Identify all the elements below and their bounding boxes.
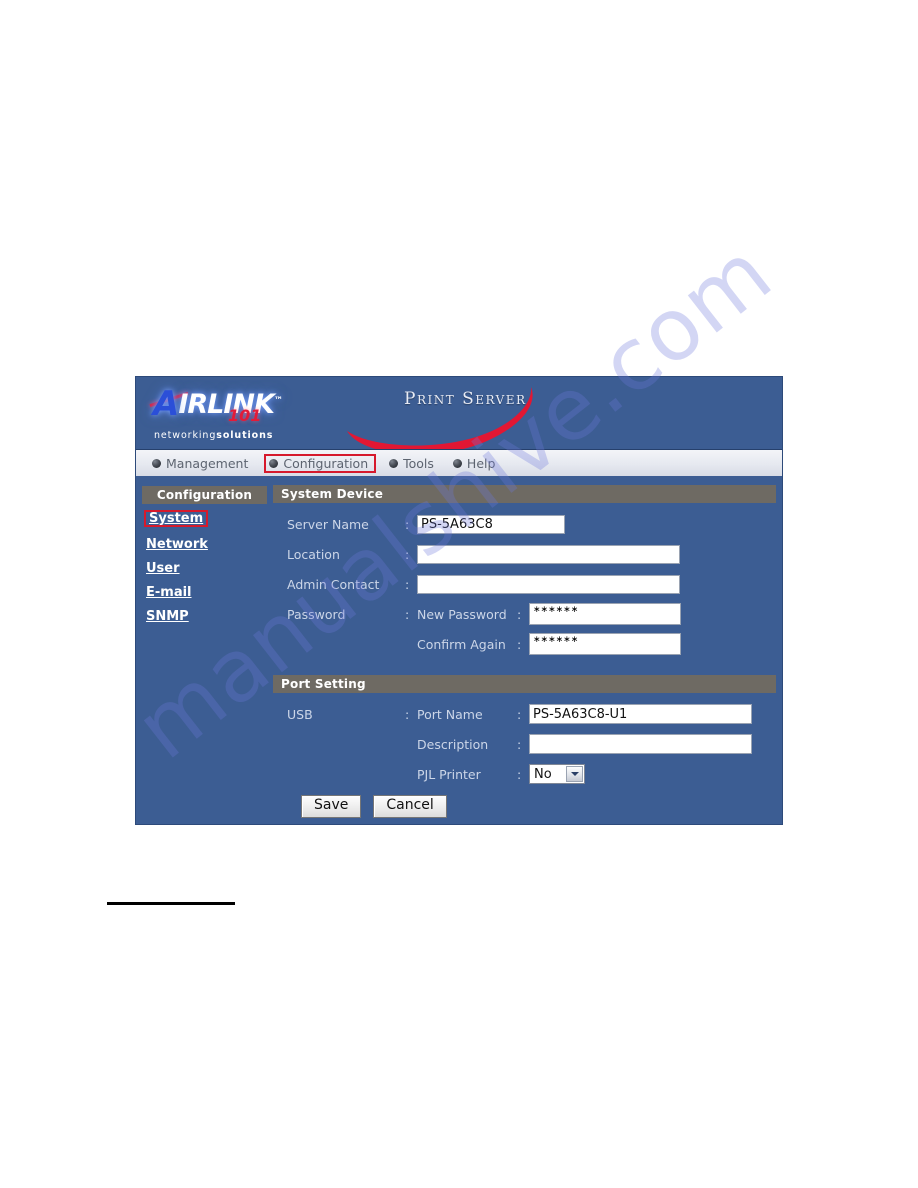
- airlink-logo: AIRLINK™ 101 networkingsolutions: [147, 380, 297, 448]
- colon: :: [517, 766, 522, 782]
- usb-label: USB: [287, 706, 313, 722]
- logo-wordmark: AIRLINK™: [153, 382, 283, 424]
- logo-101: 101: [228, 406, 262, 425]
- section-header-system-device: System Device: [273, 485, 776, 503]
- trademark-icon: ™: [273, 396, 283, 406]
- confirm-password-value: ∗∗∗∗∗∗: [533, 635, 579, 645]
- sidebar: Configuration System Network User E-mail…: [136, 476, 273, 632]
- row-confirm-password: Confirm Again : ∗∗∗∗∗∗: [273, 629, 776, 659]
- nav-label: Configuration: [283, 455, 369, 471]
- pjl-printer-value: No: [534, 766, 552, 782]
- confirm-again-label: Confirm Again: [417, 636, 506, 652]
- server-name-label: Server Name: [287, 516, 369, 532]
- system-device-form: Server Name : Location : Admin Contact :…: [273, 503, 776, 659]
- admin-contact-input[interactable]: [417, 574, 680, 594]
- nav-item-help[interactable]: Help: [450, 454, 502, 473]
- colon: :: [517, 736, 522, 752]
- new-password-input[interactable]: ∗∗∗∗∗∗: [529, 603, 681, 625]
- colon: :: [405, 706, 410, 722]
- colon: :: [517, 706, 522, 722]
- cancel-button[interactable]: Cancel: [373, 795, 447, 818]
- logo-letter-a: A: [153, 384, 179, 424]
- form-actions: Save Cancel: [273, 795, 776, 818]
- new-password-value: ∗∗∗∗∗∗: [533, 605, 579, 615]
- colon: :: [517, 606, 522, 622]
- sidebar-list: System Network User E-mail SNMP: [136, 510, 273, 632]
- colon: :: [405, 606, 410, 622]
- row-server-name: Server Name :: [273, 509, 776, 539]
- nav-item-tools[interactable]: Tools: [386, 454, 440, 473]
- logo-tagline: networkingsolutions: [154, 430, 273, 441]
- port-name-input[interactable]: [529, 704, 752, 724]
- row-pjl-printer: PJL Printer : No: [273, 759, 776, 789]
- sidebar-item-system[interactable]: System: [144, 510, 209, 527]
- pjl-printer-select[interactable]: No: [529, 764, 585, 784]
- tagline-bold: solutions: [216, 430, 274, 441]
- sidebar-header: Configuration: [142, 486, 267, 504]
- new-password-label: New Password: [417, 606, 507, 622]
- nav-label: Management: [166, 455, 249, 471]
- sidebar-item-user[interactable]: User: [144, 562, 182, 575]
- bullet-icon: [452, 458, 462, 468]
- server-name-input[interactable]: [417, 514, 565, 534]
- content-area: System Device Server Name : Location : A…: [273, 476, 782, 818]
- row-location: Location :: [273, 539, 776, 569]
- nav-label: Help: [466, 455, 496, 471]
- banner: AIRLINK™ 101 networkingsolutions Print S…: [136, 377, 782, 449]
- sidebar-item-snmp[interactable]: SNMP: [144, 610, 191, 623]
- colon: :: [405, 546, 410, 562]
- tagline-light: networking: [154, 430, 217, 441]
- save-button[interactable]: Save: [301, 795, 362, 818]
- banner-title: Print Server: [404, 389, 527, 409]
- ui-body: Configuration System Network User E-mail…: [136, 476, 782, 824]
- row-description: Description :: [273, 729, 776, 759]
- page-horizontal-rule: [107, 902, 235, 905]
- password-label: Password: [287, 606, 346, 622]
- section-header-port-setting: Port Setting: [273, 675, 776, 693]
- bullet-icon: [389, 458, 399, 468]
- row-admin-contact: Admin Contact :: [273, 569, 776, 599]
- description-label: Description: [417, 736, 489, 752]
- nav-item-management[interactable]: Management: [149, 454, 254, 473]
- main-nav: Management Configuration Tools Help: [136, 449, 782, 476]
- sidebar-item-email[interactable]: E-mail: [144, 586, 194, 599]
- colon: :: [517, 636, 522, 652]
- description-input[interactable]: [529, 734, 752, 754]
- print-server-web-ui: AIRLINK™ 101 networkingsolutions Print S…: [135, 376, 783, 825]
- pjl-printer-label: PJL Printer: [417, 766, 481, 782]
- location-label: Location: [287, 546, 340, 562]
- nav-label: Tools: [403, 455, 434, 471]
- port-setting-form: USB : Port Name : Description : PJL: [273, 693, 776, 818]
- row-new-password: Password : New Password : ∗∗∗∗∗∗: [273, 599, 776, 629]
- colon: :: [405, 516, 410, 532]
- admin-contact-label: Admin Contact: [287, 576, 380, 592]
- nav-item-configuration[interactable]: Configuration: [264, 453, 377, 473]
- location-input[interactable]: [417, 544, 680, 564]
- confirm-password-input[interactable]: ∗∗∗∗∗∗: [529, 633, 681, 655]
- sidebar-item-network[interactable]: Network: [144, 538, 210, 551]
- row-port-name: USB : Port Name :: [273, 699, 776, 729]
- bullet-icon: [269, 458, 279, 468]
- bullet-icon: [152, 458, 161, 468]
- port-name-label: Port Name: [417, 706, 483, 722]
- chevron-down-icon[interactable]: [566, 766, 583, 782]
- colon: :: [405, 576, 410, 592]
